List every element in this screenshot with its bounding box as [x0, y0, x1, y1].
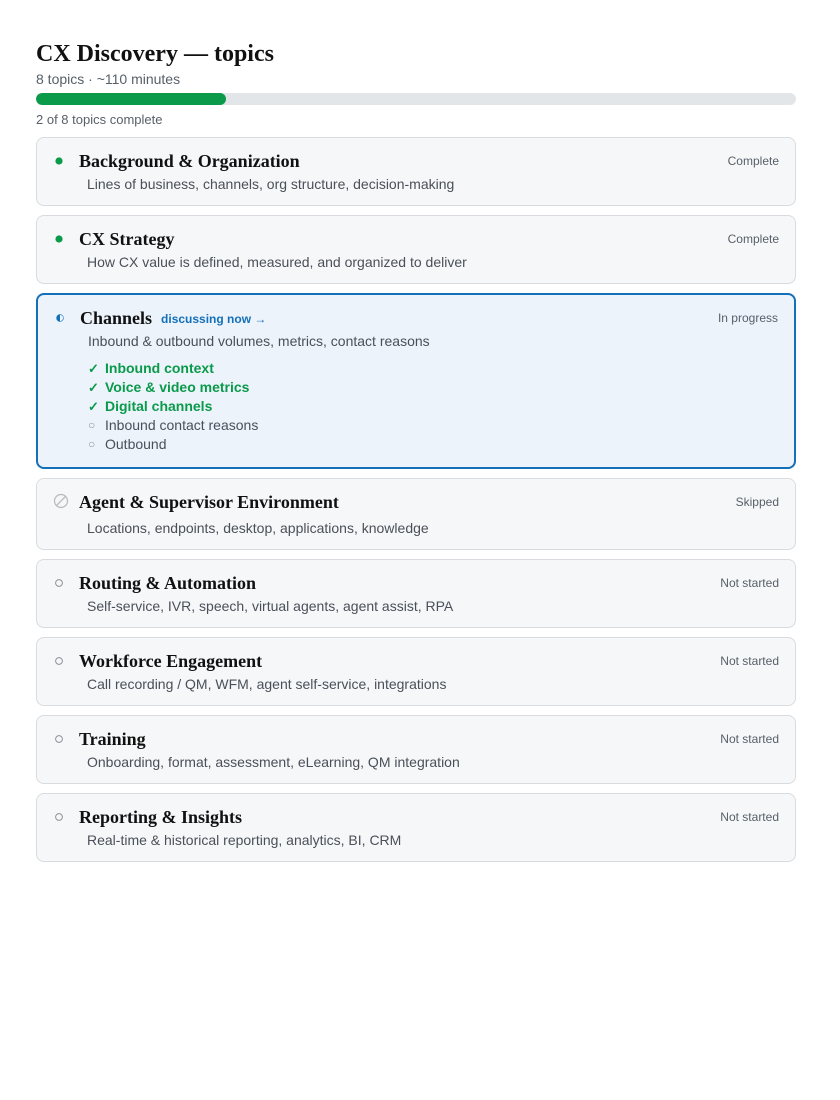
topic-description: How CX value is defined, measured, and o… — [87, 254, 467, 270]
topic-title: Reporting & Insights — [79, 807, 243, 827]
topic-title: Training — [79, 729, 146, 749]
topic-list: Background & Organization Complete Lines… — [36, 137, 796, 862]
empty-circle-icon — [53, 574, 71, 592]
subtopic-label: Inbound contact reasons — [105, 417, 259, 433]
empty-circle-icon: ○ — [88, 437, 96, 451]
subtopic-list: ✓ Inbound context ✓ Voice & video metric… — [88, 359, 778, 454]
topic-title: CX Strategy — [79, 229, 175, 249]
topic-status: Not started — [720, 576, 779, 590]
subtopic-label: Inbound context — [105, 360, 214, 376]
topic-status: In progress — [717, 311, 778, 325]
half-dot-icon — [54, 309, 72, 327]
topic-description: Lines of business, channels, org structu… — [87, 176, 455, 192]
skipped-circle-icon — [53, 493, 71, 511]
subtopic-label: Digital channels — [105, 398, 213, 414]
topic-title: Workforce Engagement — [79, 651, 263, 671]
topic-status: Complete — [727, 232, 779, 246]
topic-card-background-organization[interactable]: Background & Organization Complete Lines… — [36, 137, 796, 206]
check-icon: ✓ — [88, 361, 99, 376]
topic-card-channels[interactable]: Channels discussing now → In progress In… — [36, 293, 796, 469]
topic-status: Not started — [720, 654, 779, 668]
topic-title: Channels — [80, 308, 153, 328]
empty-circle-icon — [53, 730, 71, 748]
subtopic-label: Outbound — [105, 436, 167, 452]
topic-status: Not started — [720, 732, 779, 746]
topic-card-agent-supervisor-environment[interactable]: Agent & Supervisor Environment Skipped L… — [36, 478, 796, 550]
subtopic-item[interactable]: ✓ Voice & video metrics — [88, 378, 778, 397]
empty-circle-icon — [53, 808, 71, 826]
discussing-now-link[interactable]: discussing now → — [161, 309, 266, 327]
empty-circle-icon — [53, 652, 71, 670]
subtopic-item[interactable]: ○ Outbound — [88, 435, 778, 454]
topic-description: Locations, endpoints, desktop, applicati… — [87, 520, 429, 536]
subtopic-item[interactable]: ✓ Digital channels — [88, 397, 778, 416]
complete-dot-icon — [53, 230, 71, 248]
subtopic-label: Voice & video metrics — [105, 379, 250, 395]
progress-bar — [36, 93, 796, 105]
complete-dot-icon — [53, 152, 71, 170]
page-subtitle: 8 topics · ~110 minutes — [36, 71, 181, 87]
topic-card-cx-strategy[interactable]: CX Strategy Complete How CX value is def… — [36, 215, 796, 284]
empty-circle-icon: ○ — [88, 418, 96, 432]
topic-card-training[interactable]: Training Not started Onboarding, format,… — [36, 715, 796, 784]
topic-status: Skipped — [735, 495, 779, 509]
topic-title: Routing & Automation — [79, 573, 257, 593]
topic-title: Background & Organization — [79, 151, 300, 171]
page-title: CX Discovery — topics — [36, 41, 274, 67]
topic-description: Self-service, IVR, speech, virtual agent… — [87, 598, 454, 614]
topics-panel: CX Discovery — topics 8 topics · ~110 mi… — [36, 40, 796, 871]
topic-card-reporting-insights[interactable]: Reporting & Insights Not started Real-ti… — [36, 793, 796, 862]
check-icon: ✓ — [88, 399, 99, 414]
progress-caption: 2 of 8 topics complete — [36, 112, 163, 127]
topic-description: Onboarding, format, assessment, eLearnin… — [87, 754, 460, 770]
topic-status: Complete — [727, 154, 779, 168]
topic-card-workforce-engagement[interactable]: Workforce Engagement Not started Call re… — [36, 637, 796, 706]
topic-description: Inbound & outbound volumes, metrics, con… — [88, 333, 430, 349]
subtopic-item[interactable]: ✓ Inbound context — [88, 359, 778, 378]
topic-card-routing-automation[interactable]: Routing & Automation Not started Self-se… — [36, 559, 796, 628]
topic-title: Agent & Supervisor Environment — [79, 492, 339, 512]
subtopic-item[interactable]: ○ Inbound contact reasons — [88, 416, 778, 435]
check-icon: ✓ — [88, 380, 99, 395]
topic-description: Real-time & historical reporting, analyt… — [87, 832, 402, 848]
topic-status: Not started — [720, 810, 779, 824]
topic-description: Call recording / QM, WFM, agent self-ser… — [87, 676, 447, 692]
progress-bar-fill — [36, 93, 226, 105]
